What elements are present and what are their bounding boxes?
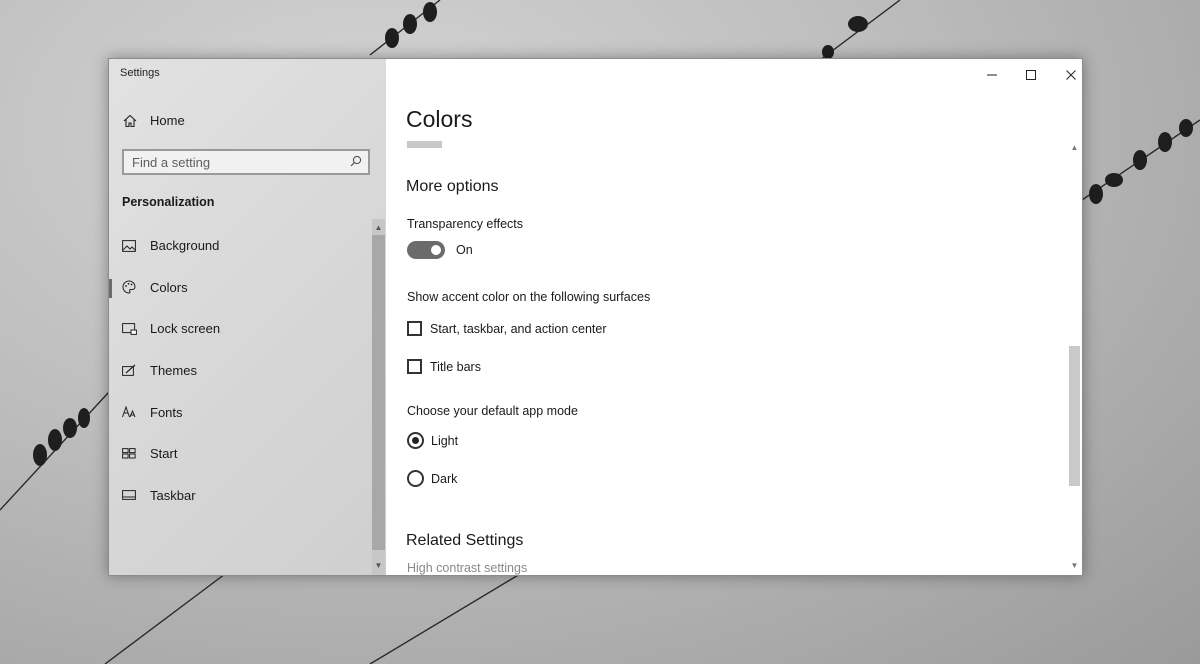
main-scroll-thumb[interactable] [1069,346,1080,486]
sidebar-item-themes[interactable]: Themes [109,350,371,392]
checkbox-title-bars[interactable]: Title bars [407,359,481,374]
radio-label: Dark [431,471,458,486]
sidebar-scrollbar[interactable]: ▲ ▼ [372,219,385,575]
sidebar-item-background[interactable]: Background [109,225,371,267]
minimize-icon [987,74,997,76]
search-input[interactable] [124,151,350,173]
sidebar-scroll-thumb[interactable] [372,235,385,550]
image-icon [121,238,137,254]
palette-icon [121,279,137,295]
home-label: Home [150,113,185,128]
sidebar-item-colors[interactable]: Colors [109,267,371,309]
maximize-icon [1026,70,1036,80]
settings-window: Settings Home Personalization Background [108,58,1083,576]
sidebar: Settings Home Personalization Background [109,59,386,575]
transparency-label: Transparency effects [407,217,524,231]
scroll-up-icon[interactable]: ▲ [372,221,385,235]
close-button[interactable] [1051,63,1082,87]
sidebar-item-label: Background [150,238,220,254]
high-contrast-link[interactable]: High contrast settings [407,561,527,575]
app-title: Settings [120,67,160,79]
section-title: Personalization [122,195,215,209]
taskbar-icon [121,487,137,503]
checkbox-label: Start, taskbar, and action center [430,321,607,336]
radio-light[interactable]: Light [407,432,458,449]
radio-dark[interactable]: Dark [407,470,457,487]
home-icon [123,114,137,127]
nav-list: Background Colors Lock screen Themes Fon… [109,225,371,516]
transparency-state: On [456,243,473,257]
checkbox-label: Title bars [430,359,481,374]
fonts-icon [121,404,137,420]
toggle-knob [431,245,441,255]
more-options-heading: More options [406,178,499,195]
sidebar-item-label: Taskbar [150,487,196,503]
checkbox-box[interactable] [407,321,422,336]
accent-surfaces-label: Show accent color on the following surfa… [407,290,651,304]
themes-icon [121,363,137,379]
sidebar-item-fonts[interactable]: Fonts [109,391,371,433]
scroll-down-icon[interactable]: ▼ [372,559,385,573]
sidebar-item-label: Fonts [150,404,183,420]
transparency-toggle[interactable] [407,241,445,259]
search-box [122,149,370,175]
checkbox-start-taskbar[interactable]: Start, taskbar, and action center [407,321,607,336]
scroll-up-icon[interactable]: ▲ [1068,141,1081,155]
sidebar-item-label: Lock screen [150,321,221,337]
radio-button[interactable] [407,432,424,449]
sidebar-item-label: Themes [150,363,197,379]
radio-label: Light [431,433,459,448]
main-content: Colors More options Transparency effects… [386,59,1082,575]
sidebar-item-taskbar[interactable]: Taskbar [109,475,371,517]
lock-screen-icon [121,321,137,337]
sidebar-item-label: Colors [150,279,188,295]
sidebar-item-lock-screen[interactable]: Lock screen [109,308,371,350]
page-title: Colors [406,106,473,132]
checkbox-box[interactable] [407,359,422,374]
sidebar-item-start[interactable]: Start [109,433,371,475]
radio-button[interactable] [407,470,424,487]
accent-color-swatch[interactable] [407,141,442,148]
main-scrollbar[interactable]: ▲ ▼ [1068,141,1081,575]
close-icon [1066,70,1076,80]
minimize-button[interactable] [972,63,1012,87]
search-icon[interactable] [350,155,362,167]
related-settings-heading: Related Settings [406,532,524,549]
sidebar-item-label: Start [150,446,178,462]
home-link[interactable]: Home [123,113,185,128]
app-mode-label: Choose your default app mode [407,404,578,418]
maximize-button[interactable] [1011,63,1051,87]
start-icon [121,446,137,462]
scroll-down-icon[interactable]: ▼ [1068,559,1081,573]
